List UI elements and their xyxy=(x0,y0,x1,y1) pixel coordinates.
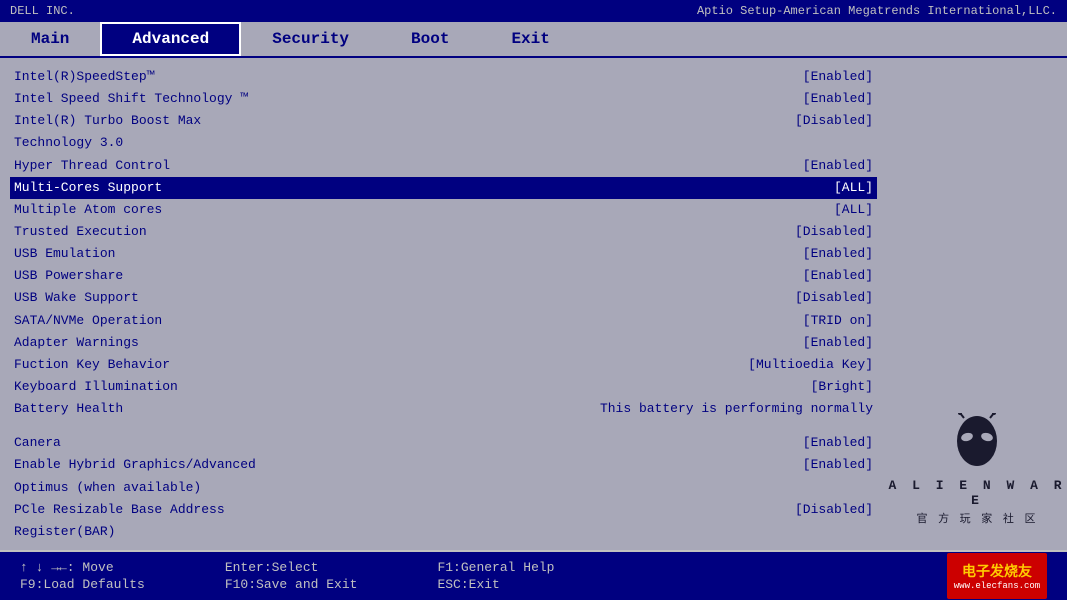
bottom-item-move: ↑ ↓ →←: Move F9:Load Defaults xyxy=(20,560,145,592)
setting-label: Keyboard Illumination xyxy=(14,377,334,397)
setting-label: PCle Resizable Base Address xyxy=(14,500,334,520)
setting-value: [Disabled] xyxy=(795,111,873,131)
list-item[interactable]: Register(BAR) xyxy=(10,521,877,543)
tab-exit[interactable]: Exit xyxy=(480,22,580,56)
setting-value: [Enabled] xyxy=(803,544,873,546)
enter-select-label: Enter:Select xyxy=(225,560,319,575)
setting-label: Intel(R)SpeedStep™ xyxy=(14,67,334,87)
list-item[interactable]: Adapter Warnings [Enabled] xyxy=(10,332,877,354)
bottom-item-help: F1:General Help ESC:Exit xyxy=(437,560,554,592)
list-item[interactable]: Trusted Execution [Disabled] xyxy=(10,221,877,243)
setting-value: [TRID on] xyxy=(803,311,873,331)
tab-main[interactable]: Main xyxy=(0,22,100,56)
setting-value: [Enabled] xyxy=(803,266,873,286)
list-item[interactable]: PCle Resizable Base Address [Disabled] xyxy=(10,499,877,521)
list-item-selected[interactable]: Multi-Cores Support [ALL] xyxy=(10,177,877,199)
tab-boot[interactable]: Boot xyxy=(380,22,480,56)
setting-label: USB Wake Support xyxy=(14,288,334,308)
setting-label: SATA/NVMe Operation xyxy=(14,311,334,331)
list-item[interactable]: Intel(R)SpeedStep™ [Enabled] xyxy=(10,66,877,88)
setting-label: Battery Health xyxy=(14,399,334,419)
setting-label: Technology 3.0 xyxy=(14,133,334,153)
list-item[interactable]: Keyboard Illumination [Bright] xyxy=(10,376,877,398)
bottom-bar: ↑ ↓ →←: Move F9:Load Defaults Enter:Sele… xyxy=(0,550,1067,600)
setting-value: [Enabled] xyxy=(803,333,873,353)
setting-value: [Enabled] xyxy=(803,89,873,109)
setting-label: USB Emulation xyxy=(14,244,334,264)
setting-label: Intel(R) Turbo Boost Max xyxy=(14,111,334,131)
list-item[interactable]: USB Emulation [Enabled] xyxy=(10,243,877,265)
list-item[interactable]: USB Powershare [Enabled] xyxy=(10,265,877,287)
setting-value: This battery is performing normally xyxy=(600,399,873,419)
setting-value: [Disabled] xyxy=(795,288,873,308)
setting-label: Register(BAR) xyxy=(14,522,334,542)
list-item[interactable]: Canera [Enabled] xyxy=(10,432,877,454)
corner-logo: 电子发烧友 www.elecfans.com xyxy=(947,553,1047,599)
setting-value: [Disabled] xyxy=(795,222,873,242)
setting-label: Intel Speed Shift Technology ™ xyxy=(14,89,334,109)
top-bar: DELL INC. Aptio Setup-American Megatrend… xyxy=(0,0,1067,22)
list-item[interactable]: Thunderbolt ™ [Enabled] xyxy=(10,543,877,546)
bottom-item-enter: Enter:Select F10:Save and Exit xyxy=(225,560,358,592)
setting-value: [Enabled] xyxy=(803,433,873,453)
setting-value: [ALL] xyxy=(834,200,873,220)
setting-value: [Disabled] xyxy=(795,500,873,520)
tab-security[interactable]: Security xyxy=(241,22,380,56)
setting-label: USB Powershare xyxy=(14,266,334,286)
setting-label: Adapter Warnings xyxy=(14,333,334,353)
alienware-logo: A L I E N W A R E 官 方 玩 家 社 区 xyxy=(887,413,1067,526)
tab-advanced[interactable]: Advanced xyxy=(100,22,241,56)
list-item[interactable]: Intel Speed Shift Technology ™ [Enabled] xyxy=(10,88,877,110)
content-area: Intel(R)SpeedStep™ [Enabled] Intel Speed… xyxy=(0,58,1067,550)
setting-value: [Enabled] xyxy=(803,156,873,176)
setting-label: Optimus (when available) xyxy=(14,478,334,498)
alien-icon xyxy=(952,413,1002,473)
setting-value: [Multioedia Key] xyxy=(748,355,873,375)
setting-label: Fuction Key Behavior xyxy=(14,355,334,375)
list-item[interactable]: USB Wake Support [Disabled] xyxy=(10,287,877,309)
setting-value: [Bright] xyxy=(811,377,873,397)
corner-logo-bottom: www.elecfans.com xyxy=(954,581,1040,591)
alienware-text: A L I E N W A R E xyxy=(887,478,1067,508)
settings-list: Intel(R)SpeedStep™ [Enabled] Intel Speed… xyxy=(0,62,887,546)
load-defaults-label: F9:Load Defaults xyxy=(20,577,145,592)
setting-value: [Enabled] xyxy=(803,455,873,475)
setting-label: Canera xyxy=(14,433,334,453)
setting-label: Thunderbolt ™ xyxy=(14,544,334,546)
setting-label: Enable Hybrid Graphics/Advanced xyxy=(14,455,334,475)
list-item[interactable]: Hyper Thread Control [Enabled] xyxy=(10,155,877,177)
list-item[interactable]: Intel(R) Turbo Boost Max [Disabled] xyxy=(10,110,877,132)
list-item[interactable]: SATA/NVMe Operation [TRID on] xyxy=(10,310,877,332)
alienware-sub: 官 方 玩 家 社 区 xyxy=(887,510,1067,526)
setting-label: Trusted Execution xyxy=(14,222,334,242)
setting-label: Multi-Cores Support xyxy=(14,178,334,198)
company-name: DELL INC. xyxy=(10,4,75,18)
setting-label: Multiple Atom cores xyxy=(14,200,334,220)
move-label: ↑ ↓ →←: Move xyxy=(20,560,114,575)
list-item[interactable]: Technology 3.0 xyxy=(10,132,877,154)
right-panel: A L I E N W A R E 官 方 玩 家 社 区 xyxy=(887,62,1067,546)
list-item[interactable]: Multiple Atom cores [ALL] xyxy=(10,199,877,221)
setting-value: [ALL] xyxy=(834,178,873,198)
list-item[interactable]: Optimus (when available) xyxy=(10,477,877,499)
corner-logo-top: 电子发烧友 xyxy=(954,561,1040,581)
list-item[interactable]: Fuction Key Behavior [Multioedia Key] xyxy=(10,354,877,376)
setting-label: Hyper Thread Control xyxy=(14,156,334,176)
nav-tabs: Main Advanced Security Boot Exit xyxy=(0,22,1067,58)
general-help-label: F1:General Help xyxy=(437,560,554,575)
list-item[interactable]: Enable Hybrid Graphics/Advanced [Enabled… xyxy=(10,454,877,476)
save-exit-label: F10:Save and Exit xyxy=(225,577,358,592)
setting-value: [Enabled] xyxy=(803,244,873,264)
esc-exit-label: ESC:Exit xyxy=(437,577,499,592)
setting-value: [Enabled] xyxy=(803,67,873,87)
list-item[interactable]: Battery Health This battery is performin… xyxy=(10,398,877,420)
bios-brand: Aptio Setup-American Megatrends Internat… xyxy=(697,4,1057,18)
